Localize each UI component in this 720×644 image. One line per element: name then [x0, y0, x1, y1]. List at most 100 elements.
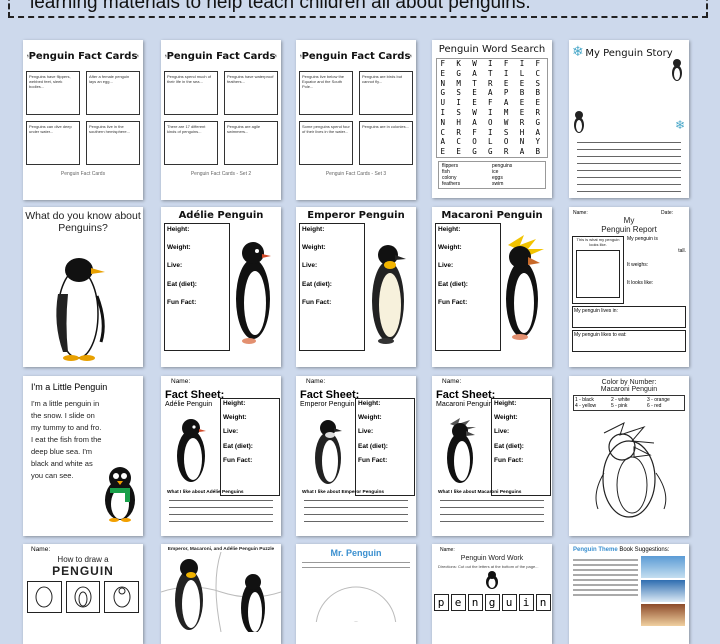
letter-tile[interactable]: e — [450, 594, 466, 611]
fact-cards-3-thumbnail[interactable]: Penguin Fact Cards Penguins live below t… — [296, 40, 416, 200]
color-key-item: 4 - yellow — [575, 403, 597, 409]
report-weighs-label: It weighs: — [627, 262, 649, 268]
what-know-thumbnail[interactable]: What do you know about Penguins? — [23, 207, 143, 367]
color-key-item: 5 - pink — [611, 403, 628, 409]
writing-lines — [569, 136, 689, 192]
fact-label: Height: — [302, 226, 325, 233]
word-work-directions: Directions: Cut out the letters at the b… — [438, 564, 539, 569]
fact-cards-grid: Penguins have flippers, webbed feet, sle… — [23, 68, 143, 168]
word-search-row: G S E A P B B — [440, 88, 544, 98]
circle-template — [315, 586, 397, 644]
word-search-row: N H A O W R G — [440, 117, 544, 127]
snowflake-icon: ❄ — [674, 118, 685, 132]
word-search-row: F K W I F I F — [440, 59, 544, 68]
book-list — [573, 556, 685, 626]
emperor-thumbnail[interactable]: Emperor Penguin Height: Weight: Live: Eat (… — [296, 207, 416, 367]
fact-label: Height: — [223, 400, 246, 407]
fact-cards-3-title: Penguin Fact Cards — [301, 50, 411, 62]
fact-label: Eat (diet): — [438, 280, 468, 288]
fact-label: Weight: — [167, 244, 191, 252]
macaroni-penguin-illustration — [506, 235, 544, 340]
macaroni-penguin-illustration — [447, 418, 476, 483]
book-cover — [641, 604, 685, 626]
fact-label: Fun Fact: — [167, 298, 197, 306]
fact-cards-1-thumbnail[interactable]: Penguin Fact Cards Penguins have flipper… — [23, 40, 143, 200]
color-key-item: 6 - red — [647, 403, 662, 409]
emperor-penguin-illustration — [372, 245, 406, 344]
fact-label: Weight: — [223, 414, 247, 422]
color-key: 1 - black 2 - white 3 - orange 4 - yellow 5 … — [573, 395, 685, 411]
fact-label: Height: — [494, 400, 517, 407]
snowflake-icon: ❄ — [572, 43, 584, 59]
fact-sheet-adelie-thumbnail[interactable]: Name: Fact Sheet: Adélie Penguin Height:… — [161, 376, 281, 536]
report-thumbnail[interactable]: Name: Date: My Penguin Report This is wh… — [569, 207, 689, 367]
letter-tile[interactable]: i — [518, 594, 534, 611]
report-looks-label: It looks like: — [627, 280, 654, 286]
adelie-facts: Height: Weight: Live: Eat (diet): Fun Fact: — [164, 223, 230, 351]
little-penguin-poem: I'm a little penguin in the snow. I slid… — [31, 399, 102, 480]
word-work-name: Name: — [440, 547, 455, 553]
word-search-row: E E G G R A B — [440, 147, 544, 157]
fs-adelie-name: Name: — [171, 378, 191, 385]
draw-title-1: How to draw a — [57, 555, 109, 564]
fact-label: Live: — [438, 262, 454, 270]
report-lives-box: My penguin lives in: — [572, 306, 686, 328]
word-search-row: N M T R E E S — [440, 78, 544, 88]
header-banner: learning materials to help teach childre… — [8, 0, 708, 18]
fact-cards-2-thumbnail[interactable]: Penguin Fact Cards Penguins spend much o… — [161, 40, 281, 200]
fact-label: Eat (diet): — [302, 280, 332, 288]
draw-name-label: Name: — [31, 546, 51, 553]
adelie-penguin-illustration — [177, 419, 206, 482]
word-work-letters: penguin — [432, 594, 552, 611]
book-suggestions-thumbnail[interactable]: Penguin Theme Book Suggestions: — [569, 544, 689, 644]
word-search-thumbnail[interactable]: Penguin Word Search F K W I F I FE G A T… — [432, 40, 552, 198]
little-penguin-title: I'm a Little Penguin — [31, 382, 108, 392]
mr-penguin-thumbnail[interactable]: Mr. Penguin — [296, 544, 416, 644]
puzzle-thumbnail[interactable]: Emperor, Macaroni, and Adélie Penguin Pu… — [161, 544, 281, 644]
book-cover — [641, 556, 685, 578]
fact-label: Weight: — [494, 414, 518, 422]
letter-tile[interactable]: n — [535, 594, 551, 611]
fact-cards-2-footer: Penguin Fact Cards - Set 2 — [190, 171, 252, 177]
word-bank: flippers penguins fish ice colony eggs feather… — [438, 160, 546, 189]
word-search-grid: F K W I F I FE G A T I L CN M T R E E SG… — [436, 58, 548, 158]
what-know-title: What do you know about Penguins? — [25, 210, 141, 234]
book-cover — [641, 580, 685, 602]
fact-sheet-emperor-thumbnail[interactable]: Name: Fact Sheet: Emperor Penguin Height… — [296, 376, 416, 536]
macaroni-thumbnail[interactable]: Macaroni Penguin Height: Weight: Live: Eat … — [432, 207, 552, 367]
word-work-thumbnail[interactable]: Name: Penguin Word Work Directions: Cut … — [432, 544, 552, 644]
penguin-icon — [671, 58, 683, 87]
story-thumbnail[interactable]: ❄ My Penguin Story ❄ — [569, 40, 689, 198]
little-penguin-thumbnail[interactable]: I'm a Little Penguin I'm a little pengui… — [23, 376, 143, 536]
fact-label: Fun Fact: — [438, 298, 468, 306]
fact-cards-1-footer: Penguin Fact Cards — [60, 171, 106, 177]
letter-tile[interactable]: g — [484, 594, 500, 611]
fs-macaroni-facts: Height: Weight: Live: Eat (diet): Fun Fact: — [491, 398, 551, 496]
books-title-2: Book Suggestions: — [619, 547, 670, 553]
word-search-title: Penguin Word Search — [438, 44, 546, 55]
report-date-label: Date: — [661, 210, 673, 216]
fact-cards-1-title: Penguin Fact Cards — [28, 50, 138, 62]
adelie-thumbnail[interactable]: Adélie Penguin Height: Weight: Live: Eat (d… — [161, 207, 281, 367]
fact-cards-2-title: Penguin Fact Cards — [166, 50, 276, 62]
emperor-facts: Height: Weight: Live: Eat (diet): Fun Fact: — [299, 223, 365, 351]
letter-tile[interactable]: p — [433, 594, 449, 611]
fact-label: Eat (diet): — [167, 280, 197, 288]
letter-tile[interactable]: u — [501, 594, 517, 611]
fact-label: Height: — [438, 226, 461, 233]
banner-text: learning materials to help teach childre… — [30, 0, 531, 13]
fs-emperor-name: Name: — [306, 378, 326, 385]
fs-emperor-facts: Height: Weight: Live: Eat (diet): Fun Fact: — [355, 398, 415, 496]
fact-cards-grid: Penguins spend much of their life in the… — [161, 68, 281, 168]
color-by-number-thumbnail[interactable]: Color by Number: Macaroni Penguin 1 - bl… — [569, 376, 689, 536]
fact-label: Live: — [302, 262, 318, 270]
letter-tile[interactable]: n — [467, 594, 483, 611]
fact-label: Weight: — [302, 244, 326, 252]
emperor-penguin-illustration — [315, 420, 342, 484]
fact-sheet-macaroni-thumbnail[interactable]: Name: Fact Sheet: Macaroni Penguin Heigh… — [432, 376, 552, 536]
how-to-draw-thumbnail[interactable]: Name: How to draw a PENGUIN — [23, 544, 143, 644]
penguin-icon — [432, 571, 552, 594]
report-looks-like-caption: This is what my penguin looks like. — [576, 237, 620, 247]
word-search-row: C R F I S H A — [440, 127, 544, 137]
fact-cards-grid: Penguins live below the Equator and the … — [296, 68, 416, 168]
